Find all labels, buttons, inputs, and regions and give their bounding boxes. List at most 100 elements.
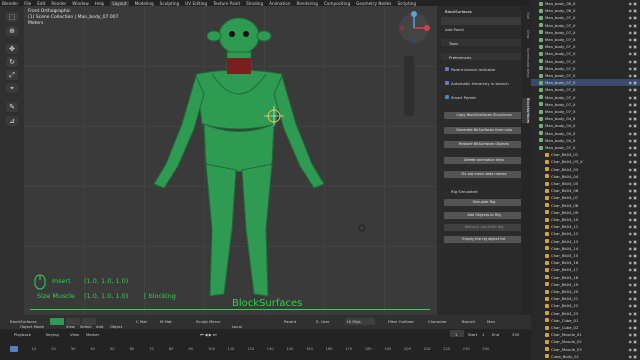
visibility-icon[interactable]: ◉ ▣ xyxy=(628,253,637,258)
workspace-tab-layout[interactable]: Layout xyxy=(110,0,129,6)
outliner-row[interactable]: Man_body_07_X ◉ ▣ xyxy=(531,72,640,79)
visibility-icon[interactable]: ◉ ▣ xyxy=(628,303,637,308)
outliner-row[interactable]: Man_body_07_X ◉ ▣ xyxy=(531,50,640,57)
visibility-icon[interactable]: ◉ ▣ xyxy=(628,224,637,229)
outliner-row[interactable]: Man_body_06_X ◉ ▣ xyxy=(531,0,640,7)
visibility-icon[interactable]: ◉ ▣ xyxy=(628,167,637,172)
menu-item[interactable]: Window xyxy=(72,1,89,6)
character-toggle[interactable]: Character xyxy=(428,319,447,324)
scale-icon[interactable]: ⤢ xyxy=(6,70,18,80)
auto-hierarchy-checkbox[interactable] xyxy=(445,81,449,85)
outliner-row[interactable]: Char_Bk04_16 ◉ ▣ xyxy=(531,259,640,266)
outliner-row[interactable]: Char_Bk04_12 ◉ ▣ xyxy=(531,230,640,237)
outliner-row[interactable]: Char_Bk04_22 ◉ ▣ xyxy=(531,302,640,309)
visibility-icon[interactable]: ◉ ▣ xyxy=(628,339,637,344)
visibility-icon[interactable]: ◉ ▣ xyxy=(628,73,637,78)
workspace-tab[interactable]: Rendering xyxy=(296,1,317,6)
rotate-icon[interactable]: ↻ xyxy=(6,57,18,67)
outliner-row[interactable]: Man_body_07_X ◉ ▣ xyxy=(531,43,640,50)
workspace-tab[interactable]: UV Editing xyxy=(185,1,207,6)
menu-item[interactable]: Help xyxy=(95,1,105,6)
visibility-icon[interactable]: ◉ ▣ xyxy=(628,95,637,100)
outliner-row[interactable]: Char_Bk04_04 ◉ ▣ xyxy=(531,173,640,180)
tab-tool[interactable]: Tool xyxy=(522,12,530,19)
outliner-row[interactable]: Char_Bk04_20 ◉ ▣ xyxy=(531,288,640,295)
visibility-icon[interactable]: ◉ ▣ xyxy=(628,260,637,265)
visibility-icon[interactable]: ◉ ▣ xyxy=(628,275,637,280)
visibility-icon[interactable]: ◉ ▣ xyxy=(628,354,637,359)
visibility-icon[interactable]: ◉ ▣ xyxy=(628,66,637,71)
outliner-row[interactable]: Char_Bk04_21 ◉ ▣ xyxy=(531,295,640,302)
visibility-icon[interactable]: ◉ ▣ xyxy=(628,159,637,164)
visibility-icon[interactable]: ◉ ▣ xyxy=(628,51,637,56)
visibility-icon[interactable]: ◉ ▣ xyxy=(628,8,637,13)
man-label[interactable]: Man xyxy=(487,319,495,324)
visibility-icon[interactable]: ◉ ▣ xyxy=(628,282,637,287)
light-object-icon[interactable] xyxy=(356,222,368,234)
outliner-row[interactable]: Man_body_07_X ◉ ▣ xyxy=(531,94,640,101)
user-toggle[interactable]: S. User xyxy=(316,319,329,324)
visibility-icon[interactable]: ◉ ▣ xyxy=(628,267,637,272)
timeline[interactable]: Playback Keying View Marker ⏮ ◀ ▶ ⏭ 1 St… xyxy=(0,329,531,360)
outliner-row[interactable]: Char_Bk04_19 ◉ ▣ xyxy=(531,281,640,288)
outliner-row[interactable]: Char_Bk04_08 ◉ ▣ xyxy=(531,202,640,209)
outliner-row[interactable]: Char_Bk04_03_X ◉ ▣ xyxy=(531,158,640,165)
smart-parent-checkbox[interactable] xyxy=(445,95,449,99)
tab-screencast-keys[interactable]: Screencast Keys xyxy=(522,48,530,77)
visibility-icon[interactable]: ◉ ▣ xyxy=(628,138,637,143)
delete-anim-keys-button[interactable]: Delete animation keys xyxy=(444,157,524,164)
visibility-icon[interactable]: ◉ ▣ xyxy=(628,152,637,157)
outliner-row[interactable]: Char_Muscle_01 ◉ ▣ xyxy=(531,331,640,338)
workspace-tab[interactable]: Scripting xyxy=(397,1,416,6)
outliner-row[interactable]: Char_Bk04_11 ◉ ▣ xyxy=(531,223,640,230)
outliner-row[interactable]: Man_body_06_X ◉ ▣ xyxy=(531,7,640,14)
restore-objects-button[interactable]: Restore BKSurfaces Objects xyxy=(444,141,524,148)
visibility-icon[interactable]: ◉ ▣ xyxy=(628,195,637,200)
visibility-icon[interactable]: ◉ ▣ xyxy=(628,181,637,186)
visibility-icon[interactable]: ◉ ▣ xyxy=(628,296,637,301)
move-icon[interactable]: ✥ xyxy=(6,44,18,54)
workspace-tab[interactable]: Modeling xyxy=(135,1,154,6)
outliner-row[interactable]: Man_body_07_X ◉ ▣ xyxy=(531,101,640,108)
frame-ruler[interactable]: 0102030405060708090100110120130140150160… xyxy=(0,329,531,360)
parent-branch-checkbox[interactable] xyxy=(445,67,449,71)
outliner-row[interactable]: Char_Bk04_09 ◉ ▣ xyxy=(531,209,640,216)
visibility-icon[interactable]: ◉ ▣ xyxy=(628,23,637,28)
visibility-icon[interactable]: ◉ ▣ xyxy=(628,80,637,85)
visibility-icon[interactable]: ◉ ▣ xyxy=(628,59,637,64)
outliner-row[interactable]: Char_Bk04_10 ◉ ▣ xyxy=(531,216,640,223)
fix-mesh-names-button[interactable]: Fix old mesh data names xyxy=(444,171,524,178)
outliner-row[interactable]: Char_Cube_01 ◉ ▣ xyxy=(531,317,640,324)
outliner-row[interactable]: Man_body_07_X ◉ ▣ xyxy=(531,58,640,65)
outliner-row[interactable]: Char_Muscle_02 ◉ ▣ xyxy=(531,338,640,345)
outliner-row[interactable]: Char_Bk04_17 ◉ ▣ xyxy=(531,266,640,273)
visibility-icon[interactable]: ◉ ▣ xyxy=(628,246,637,251)
transform-icon[interactable]: ⌖ xyxy=(6,83,18,93)
menu-item[interactable]: Blender xyxy=(2,1,18,6)
add-panel-label[interactable]: Add Panel xyxy=(445,27,464,32)
visibility-icon[interactable]: ◉ ▣ xyxy=(628,44,637,49)
visibility-icon[interactable]: ◉ ▣ xyxy=(628,131,637,136)
remove-rigs-button[interactable]: Remove rigs from Rig xyxy=(444,224,524,231)
outliner-row[interactable]: Man_body_07_X ◉ ▣ xyxy=(531,79,640,87)
select-box-icon[interactable]: ⬚ xyxy=(6,12,18,22)
filter-outliner-toggle[interactable]: Filter Outliner xyxy=(388,319,414,324)
visibility-icon[interactable]: ◉ ▣ xyxy=(628,210,637,215)
visibility-icon[interactable]: ◉ ▣ xyxy=(628,109,637,114)
outliner-row[interactable]: Man_body_04_X ◉ ▣ xyxy=(531,115,640,122)
outliner-row[interactable]: Char_Bk04_01 ◉ ▣ xyxy=(531,151,640,158)
visibility-icon[interactable]: ◉ ▣ xyxy=(628,1,637,6)
playhead[interactable] xyxy=(10,346,18,352)
visibility-icon[interactable]: ◉ ▣ xyxy=(628,231,637,236)
outliner-row[interactable]: Char_Bk04_13 ◉ ▣ xyxy=(531,238,640,245)
outliner-row[interactable]: Man_body_04_X ◉ ▣ xyxy=(531,122,640,129)
visibility-icon[interactable]: ◉ ▣ xyxy=(628,116,637,121)
workspace-tab[interactable]: Animation xyxy=(269,1,290,6)
viewport-nav-buttons[interactable] xyxy=(404,56,414,116)
visibility-icon[interactable]: ◉ ▣ xyxy=(628,217,637,222)
outliner-row[interactable]: Man_body_07_X ◉ ▣ xyxy=(531,86,640,93)
outliner-row[interactable]: Char_Bk04_14 ◉ ▣ xyxy=(531,245,640,252)
parent-toggle[interactable]: Parent xyxy=(284,319,296,324)
visibility-icon[interactable]: ◉ ▣ xyxy=(628,311,637,316)
3d-viewport[interactable]: Front Orthographic (1) Scene Collection … xyxy=(24,6,437,315)
